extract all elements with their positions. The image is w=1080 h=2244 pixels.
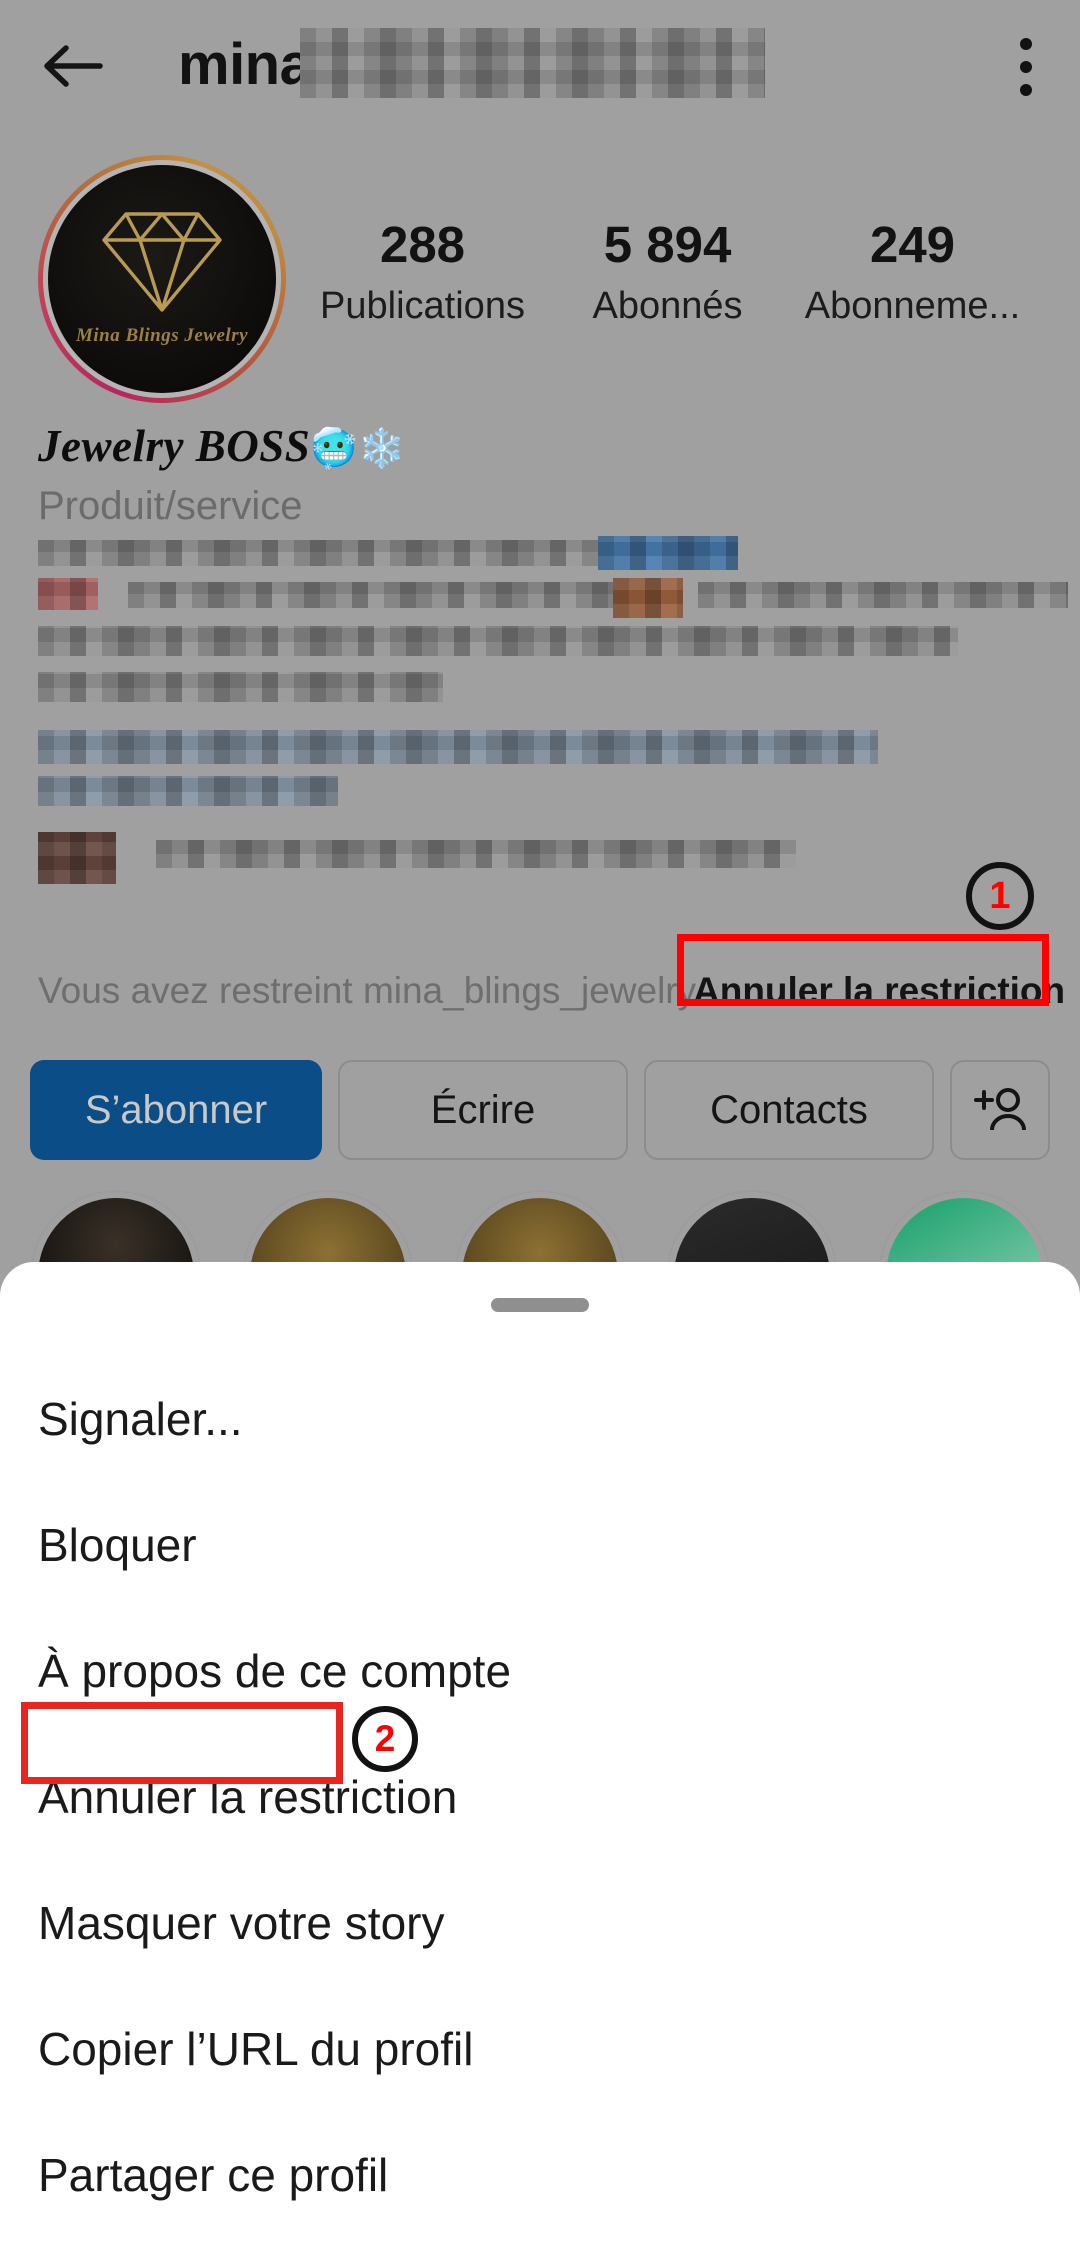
screen-root: mina_ Mina Blings Jewelry 288 Publicatio… <box>0 0 1080 2244</box>
menu-item-report[interactable]: Signaler... <box>0 1356 1080 1482</box>
annotation-highlight-2 <box>21 1702 343 1784</box>
menu-item-share-profile[interactable]: Partager ce profil <box>0 2112 1080 2238</box>
drag-handle[interactable] <box>491 1298 589 1312</box>
menu-item-block[interactable]: Bloquer <box>0 1482 1080 1608</box>
menu-item-copy-profile-url[interactable]: Copier l’URL du profil <box>0 1986 1080 2112</box>
annotation-badge-2: 2 <box>352 1706 418 1772</box>
menu-item-hide-story[interactable]: Masquer votre story <box>0 1860 1080 1986</box>
bottom-sheet-menu: Signaler... Bloquer À propos de ce compt… <box>0 1356 1080 2238</box>
